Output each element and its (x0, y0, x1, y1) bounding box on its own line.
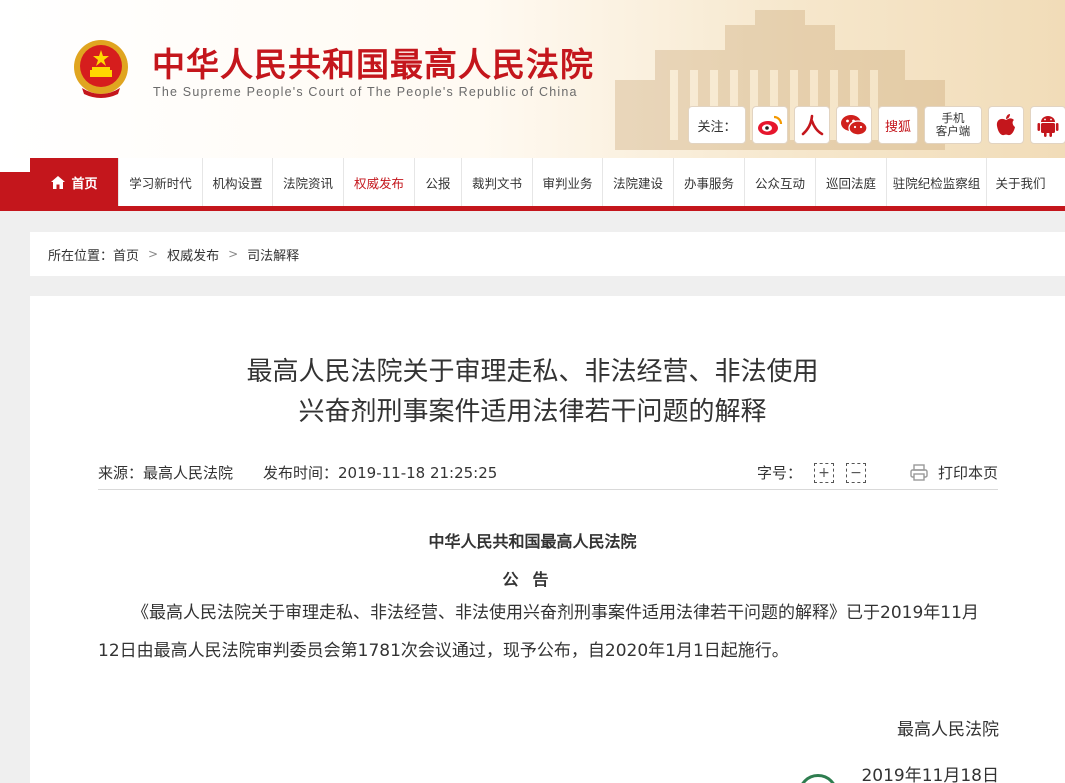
nav-item-inspection[interactable]: 驻院纪检监察组 (886, 158, 986, 206)
meta-divider (98, 489, 998, 490)
nav-item-home[interactable]: 首页 (30, 158, 118, 206)
article-panel: 最高人民法院关于审理走私、非法经营、非法使用 兴奋剂刑事案件适用法律若干问题的解… (30, 296, 1065, 783)
notice-court-heading: 中华人民共和国最高人民法院 (428, 532, 637, 551)
breadcrumb: 所在位置： 首页 > 权威发布 > 司法解释 (30, 232, 1065, 276)
article-signature: 最高人民法院 (897, 720, 999, 740)
nav-item-study[interactable]: 学习新时代 (118, 158, 202, 206)
nav-items: 首页 学习新时代 机构设置 法院资讯 权威发布 公报 裁判文书 审判业务 法院建… (30, 158, 1054, 206)
font-size-label: 字号： (756, 464, 802, 482)
nav-item-judgments[interactable]: 裁判文书 (461, 158, 532, 206)
mobile-line2: 客户端 (935, 124, 971, 138)
follow-label: 关注： (688, 106, 746, 144)
notice-heading: 公告 (502, 570, 563, 589)
site-subtitle: The Supreme People's Court of The People… (153, 85, 578, 99)
breadcrumb-interpretation[interactable]: 司法解释 (247, 245, 299, 264)
article-published: 发布时间：2019-11-18 21:25:25 (263, 464, 498, 482)
nav-item-circuit[interactable]: 巡回法庭 (815, 158, 886, 206)
chevron-right-icon: > (148, 247, 159, 261)
follow-bar: 关注： 搜狐 手机 客户端 (688, 106, 1065, 144)
apple-icon[interactable] (988, 106, 1024, 144)
print-label: 打印本页 (937, 464, 998, 482)
article-title-line2: 兴奋剂刑事案件适用法律若干问题的解释 (298, 397, 767, 427)
font-increase-button[interactable]: + (813, 462, 834, 483)
wechat-icon[interactable] (836, 106, 872, 144)
court-seal-icon (798, 774, 838, 783)
nav-item-trial[interactable]: 审判业务 (532, 158, 602, 206)
nav-item-about[interactable]: 关于我们 (986, 158, 1054, 206)
article-tools: 字号： + − 打印本页 (757, 462, 998, 483)
mobile-client-icon[interactable]: 手机 客户端 (924, 106, 982, 144)
nav-accent (0, 172, 30, 206)
article-date: 2019年11月18日 (861, 766, 999, 783)
breadcrumb-releases[interactable]: 权威发布 (167, 245, 219, 264)
nav-item-court-building[interactable]: 法院建设 (602, 158, 673, 206)
chevron-right-icon: > (228, 247, 239, 261)
sohu-icon[interactable]: 搜狐 (878, 106, 918, 144)
article-body: 《最高人民法院关于审理走私、非法经营、非法使用兴奋剂刑事案件适用法律若干问题的解… (98, 603, 979, 661)
national-emblem-icon[interactable] (72, 38, 130, 100)
people-icon[interactable] (794, 106, 830, 144)
nav-item-gazette[interactable]: 公报 (414, 158, 461, 206)
nav-item-services[interactable]: 办事服务 (673, 158, 744, 206)
font-decrease-button[interactable]: − (845, 462, 866, 483)
main-nav: 首页 学习新时代 机构设置 法院资讯 权威发布 公报 裁判文书 审判业务 法院建… (0, 158, 1065, 211)
breadcrumb-prefix: 所在位置： (48, 248, 114, 264)
site-header: 中华人民共和国最高人民法院 The Supreme People's Court… (0, 0, 1065, 158)
nav-item-interaction[interactable]: 公众互动 (744, 158, 815, 206)
home-icon (51, 175, 66, 189)
nav-home-label: 首页 (71, 176, 98, 192)
print-button[interactable]: 打印本页 (910, 462, 998, 483)
article-title-line1: 最高人民法院关于审理走私、非法经营、非法使用 (246, 357, 819, 387)
nav-item-releases[interactable]: 权威发布 (343, 158, 414, 206)
site-title[interactable]: 中华人民共和国最高人民法院 (152, 38, 594, 86)
android-icon[interactable] (1030, 106, 1065, 144)
article-source: 来源：最高人民法院 (98, 464, 234, 482)
nav-item-news[interactable]: 法院资讯 (272, 158, 343, 206)
breadcrumb-home[interactable]: 首页 (113, 245, 139, 264)
nav-item-org[interactable]: 机构设置 (202, 158, 272, 206)
article-title: 最高人民法院关于审理走私、非法经营、非法使用 兴奋剂刑事案件适用法律若干问题的解… (30, 352, 1065, 432)
article-meta: 来源：最高人民法院 发布时间：2019-11-18 21:25:25 字号： +… (98, 462, 998, 483)
weibo-icon[interactable] (752, 106, 788, 144)
printer-icon (910, 464, 928, 481)
